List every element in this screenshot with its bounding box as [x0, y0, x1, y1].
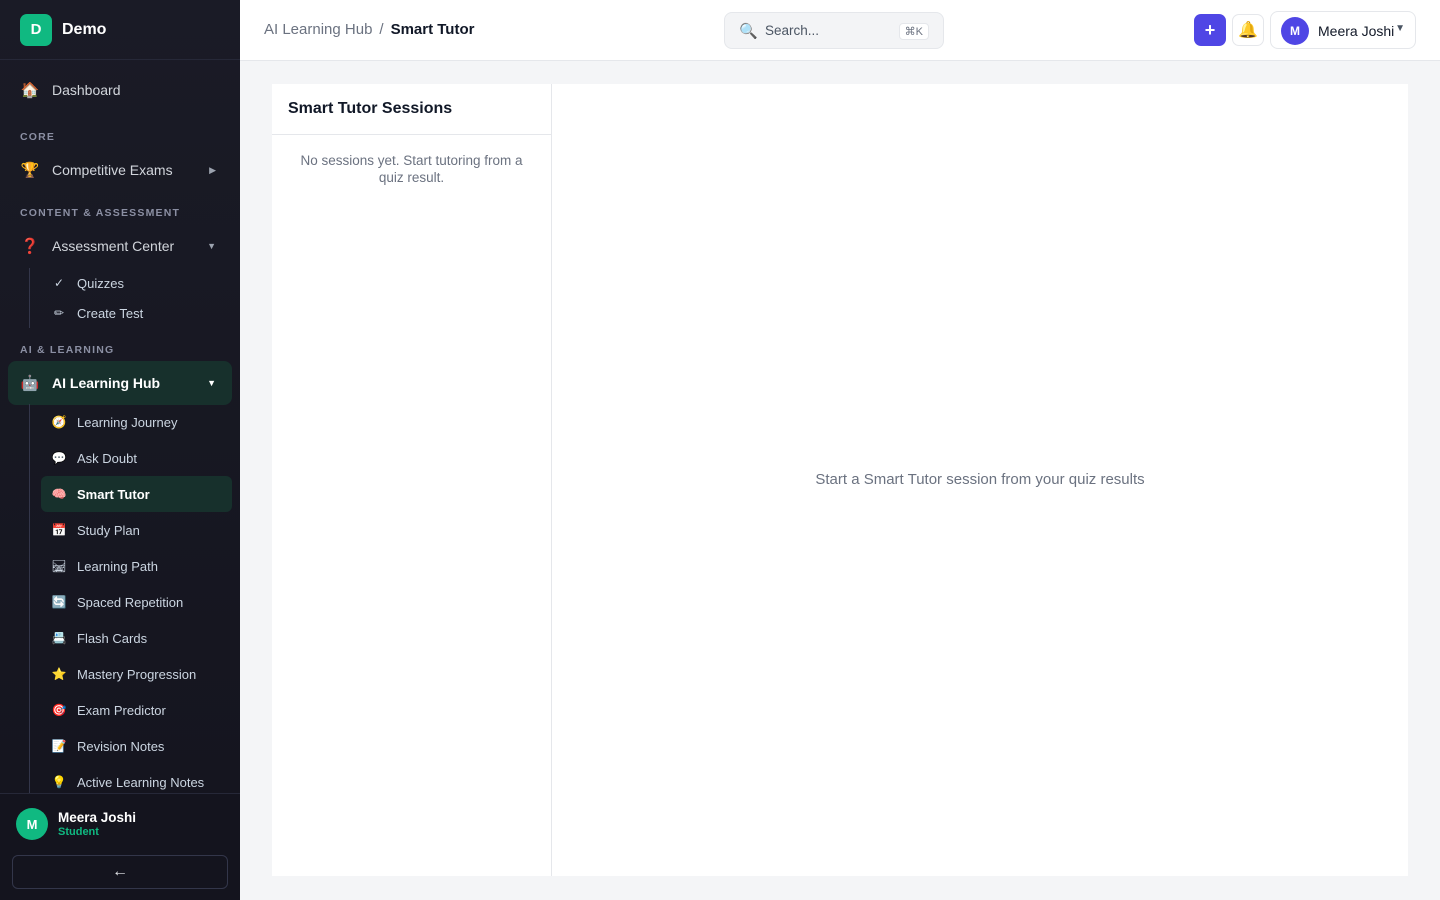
sidebar-subitem-label: Revision Notes [77, 738, 165, 754]
target-icon: 🎯 [51, 703, 67, 717]
plus-icon: + [1204, 19, 1216, 40]
sidebar-subitem-label: Learning Path [77, 558, 158, 574]
sidebar-subitem-learning-journey[interactable]: 🧭 Learning Journey [41, 404, 232, 440]
search-icon: 🔍 [739, 23, 758, 40]
submenu-line [29, 268, 30, 328]
sidebar-item-label: Assessment Center [52, 238, 175, 254]
home-icon: 🏠 [20, 82, 40, 99]
sidebar-subitem-label: Flash Cards [77, 630, 148, 646]
sidebar-item-competitive-exams[interactable]: 🏆 Competitive Exams ▶ [8, 148, 232, 192]
sidebar-item-label: Competitive Exams [52, 162, 173, 178]
check-icon: ✓ [53, 276, 65, 290]
sidebar-subitem-label: Study Plan [77, 522, 140, 538]
brand[interactable]: D Demo [0, 0, 240, 60]
sidebar-item-dashboard[interactable]: 🏠 Dashboard [8, 68, 232, 112]
breadcrumb: AI Learning Hub / Smart Tutor [264, 21, 474, 38]
search-placeholder: Search... [765, 23, 820, 38]
user-menu-button[interactable]: M Meera Joshi ▼ [1270, 11, 1416, 49]
sidebar-subitem-label: Learning Journey [77, 414, 178, 430]
trophy-icon: 🏆 [20, 162, 40, 179]
chevron-right-icon: ▶ [209, 164, 216, 175]
card-index-icon: 📇 [51, 631, 67, 645]
notifications-button[interactable]: 🔔 [1232, 14, 1264, 46]
user-name: Meera Joshi [1318, 23, 1395, 39]
tutor-panel: Start a Smart Tutor session from your qu… [552, 84, 1408, 876]
sidebar-subitem-create-test[interactable]: ✏ Create Test [41, 298, 232, 328]
tutor-empty-message: Start a Smart Tutor session from your qu… [815, 471, 1145, 488]
search-input[interactable]: 🔍 Search... ⌘K [724, 12, 944, 49]
brand-logo: D [20, 13, 52, 46]
sidebar-subitem-learning-path[interactable]: 🛤 Learning Path [41, 548, 232, 584]
sidebar-subitem-ask-doubt[interactable]: 💬 Ask Doubt [41, 440, 232, 476]
speech-bubble-icon: 💬 [51, 451, 67, 465]
user-name: Meera Joshi [58, 810, 137, 825]
arrow-left-icon: ← [112, 863, 128, 880]
sidebar-subitem-label: Create Test [77, 305, 144, 321]
repeat-icon: 🔄 [51, 595, 67, 609]
sidebar-subitem-label: Mastery Progression [77, 666, 197, 682]
robot-icon: 🤖 [20, 375, 40, 392]
search-shortcut-badge: ⌘K [898, 23, 929, 40]
sessions-empty-message: No sessions yet. Start tutoring from a q… [300, 153, 523, 185]
sidebar-subitem-revision-notes[interactable]: 📝 Revision Notes [41, 728, 232, 764]
lightbulb-icon: 💡 [51, 775, 67, 789]
sidebar-item-ai-learning-hub[interactable]: 🤖 AI Learning Hub ▼ [8, 361, 232, 405]
add-button[interactable]: + [1194, 14, 1226, 46]
breadcrumb-parent[interactable]: AI Learning Hub [264, 21, 372, 38]
sidebar-item-label: Dashboard [52, 82, 121, 98]
brain-icon: 🧠 [51, 487, 67, 501]
star-icon: ⭐ [51, 667, 67, 681]
sidebar-item-label: AI Learning Hub [52, 375, 161, 391]
sidebar-user-panel: M Meera Joshi Student ← [0, 793, 240, 900]
collapse-sidebar-button[interactable]: ← [12, 855, 228, 889]
sidebar-subitem-study-plan[interactable]: 📅 Study Plan [41, 512, 232, 548]
top-header: AI Learning Hub / Smart Tutor 🔍 Search..… [240, 0, 1440, 61]
calendar-icon: 📅 [51, 523, 67, 537]
sidebar-subitem-label: Active Learning Notes [77, 774, 205, 790]
sidebar-subitem-label: Ask Doubt [77, 450, 137, 466]
compass-icon: 🧭 [51, 415, 67, 429]
chevron-down-icon: ▼ [1395, 23, 1405, 34]
sidebar-subitem-label: Exam Predictor [77, 702, 166, 718]
chevron-down-icon: ▼ [207, 241, 216, 251]
brand-name: Demo [62, 20, 107, 38]
railway-track-icon: 🛤 [51, 559, 67, 573]
submenu-line [29, 404, 30, 794]
sidebar-subitem-exam-predictor[interactable]: 🎯 Exam Predictor [41, 692, 232, 728]
sidebar-subitem-flash-cards[interactable]: 📇 Flash Cards [41, 620, 232, 656]
sidebar-item-assessment-center[interactable]: ❓ Assessment Center ▼ [8, 224, 232, 268]
chevron-down-icon: ▼ [207, 378, 216, 388]
sidebar-subitem-label: Smart Tutor [77, 486, 150, 502]
section-label-ai-learning: AI & LEARNING [20, 344, 115, 356]
sidebar-subitem-spaced-repetition[interactable]: 🔄 Spaced Repetition [41, 584, 232, 620]
sidebar-subitem-quizzes[interactable]: ✓ Quizzes [41, 268, 232, 298]
section-label-core: CORE [20, 131, 56, 143]
pencil-icon: ✏ [53, 306, 65, 320]
avatar: M [1281, 17, 1309, 45]
sidebar-subitem-label: Spaced Repetition [77, 594, 184, 610]
bell-icon: 🔔 [1238, 22, 1258, 39]
question-icon: ❓ [20, 238, 40, 255]
user-role: Student [58, 826, 99, 838]
sessions-panel: Smart Tutor Sessions No sessions yet. St… [272, 84, 552, 876]
sessions-title: Smart Tutor Sessions [272, 84, 551, 135]
section-label-content-assessment: CONTENT & ASSESSMENT [20, 207, 181, 219]
breadcrumb-separator: / [379, 21, 384, 38]
sidebar-subitem-mastery-progression[interactable]: ⭐ Mastery Progression [41, 656, 232, 692]
sidebar-subitem-label: Quizzes [77, 275, 124, 291]
memo-icon: 📝 [51, 739, 67, 753]
sidebar-subitem-smart-tutor[interactable]: 🧠 Smart Tutor [41, 476, 232, 512]
avatar[interactable]: M [16, 808, 48, 840]
sidebar: D Demo 🏠 Dashboard CORE 🏆 Competitive Ex… [0, 0, 240, 900]
breadcrumb-current: Smart Tutor [390, 21, 475, 38]
